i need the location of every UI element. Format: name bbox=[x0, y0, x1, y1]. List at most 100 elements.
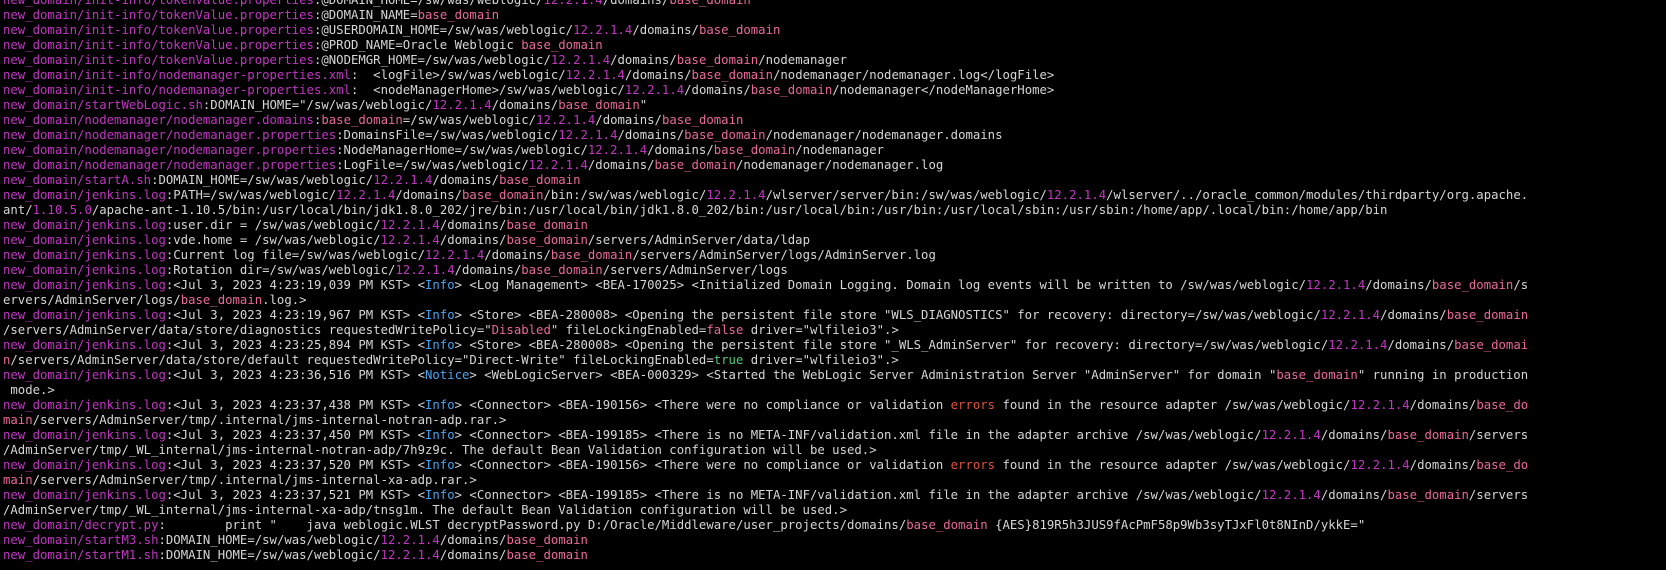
terminal-line: /servers/AdminServer/data/store/diagnost… bbox=[3, 323, 1666, 338]
domain-name: base_domain bbox=[506, 218, 588, 232]
domain-name: base_domain bbox=[676, 53, 759, 67]
domain-name: base_do bbox=[1476, 398, 1529, 412]
terminal-line: new_domain/jenkins.log:<Jul 3, 2023 4:23… bbox=[3, 398, 1666, 413]
line-text: {AES}819R5h3JUS9fAcPmF58p9Wb3syTJxFl0t8N… bbox=[987, 518, 1366, 532]
domain-name: base_domain bbox=[1431, 278, 1514, 292]
line-text: /domains/ bbox=[1365, 278, 1432, 292]
domain-name: base_domain bbox=[462, 188, 544, 202]
line-text: : <nodeManagerHome>/sw/was/weblogic/ bbox=[350, 83, 625, 97]
file-path: new_domain/startM1.sh bbox=[3, 548, 159, 562]
terminal-line: new_domain/startA.sh:DOMAIN_HOME=/sw/was… bbox=[3, 173, 1666, 188]
file-path: new_domain/init-info/tokenValue.properti… bbox=[3, 53, 314, 67]
line-text: /domains/ bbox=[454, 263, 522, 277]
line-text: /domains/ bbox=[439, 233, 507, 247]
line-text: :<Jul 3, 2023 4:23:37,521 PM KST> < bbox=[165, 488, 425, 502]
domain-name: base_domain bbox=[506, 533, 588, 547]
domain-name: main bbox=[3, 473, 33, 487]
line-text: /domains/ bbox=[439, 218, 507, 232]
version-number: 12.2.1.4 bbox=[336, 188, 396, 202]
terminal-window[interactable]: new_domain/init-info/tokenValue.properti… bbox=[0, 0, 1666, 570]
line-text: :<Jul 3, 2023 4:23:25,894 PM KST> < bbox=[165, 338, 425, 352]
terminal-line: new_domain/jenkins.log:vde.home = /sw/wa… bbox=[3, 233, 1666, 248]
terminal-line: new_domain/nodemanager/nodemanager.prope… bbox=[3, 143, 1666, 158]
line-text: > <Connector> <BEA-199185> <There is no … bbox=[454, 428, 1262, 442]
file-path: new_domain/init-info/nodemanager-propert… bbox=[3, 68, 351, 82]
domain-name: base_domain bbox=[669, 0, 751, 7]
terminal-line: new_domain/nodemanager/nodemanager.prope… bbox=[3, 128, 1666, 143]
line-text: /wlserver/server/bin:/sw/was/weblogic/ bbox=[765, 188, 1047, 202]
domain-name: base_domai bbox=[1454, 338, 1529, 352]
log-level: Info bbox=[425, 428, 455, 442]
domain-name: base_do bbox=[1476, 458, 1529, 472]
line-text: /wlserver/../oracle_common/modules/third… bbox=[1106, 188, 1529, 202]
terminal-line: new_domain/nodemanager/nodemanager.prope… bbox=[3, 158, 1666, 173]
terminal-line: new_domain/init-info/nodemanager-propert… bbox=[3, 68, 1666, 83]
domain-name: base_domain bbox=[691, 68, 773, 82]
version-number: 12.2.1.4 bbox=[1306, 278, 1366, 292]
file-path: new_domain/jenkins.log bbox=[3, 308, 166, 322]
line-text: /domains/ bbox=[632, 23, 699, 37]
domain-name: base_domain bbox=[506, 233, 588, 247]
version-number: 12.2.1.4 bbox=[425, 248, 485, 262]
false-value: false bbox=[706, 323, 744, 337]
line-text: :PATH=/sw/was/weblogic/ bbox=[165, 188, 337, 202]
version-number: 12.2.1.4 bbox=[1350, 458, 1410, 472]
terminal-line: new_domain/init-info/tokenValue.properti… bbox=[3, 0, 1666, 8]
line-text: " bbox=[639, 98, 648, 112]
terminal-line: new_domain/init-info/tokenValue.properti… bbox=[3, 53, 1666, 68]
line-text: :DOMAIN_HOME=/sw/was/weblogic/ bbox=[158, 548, 381, 562]
terminal-line: new_domain/jenkins.log:<Jul 3, 2023 4:23… bbox=[3, 338, 1666, 353]
domain-name: base_domain bbox=[180, 293, 263, 307]
line-text: /servers/AdminServer/data/ldap bbox=[587, 233, 810, 247]
line-text: :<Jul 3, 2023 4:23:19,039 PM KST> < bbox=[165, 278, 425, 292]
line-text: > <Store> <BEA-280008> <Opening the pers… bbox=[454, 338, 1329, 352]
file-path: new_domain/decrypt.py bbox=[3, 518, 159, 532]
line-text: /nodemanager/nodemanager.log bbox=[735, 158, 944, 172]
line-text: > <Connector> <BEA-199185> <There is no … bbox=[454, 488, 1262, 502]
line-text: /domains/ bbox=[1320, 488, 1388, 502]
file-path: new_domain/nodemanager/nodemanager.prope… bbox=[3, 158, 337, 172]
domain-name: base_domain bbox=[521, 38, 603, 52]
line-text: /domains/ bbox=[1409, 398, 1477, 412]
domain-name: base_domain bbox=[506, 548, 588, 562]
file-path: new_domain/init-info/tokenValue.properti… bbox=[3, 0, 314, 7]
file-path: new_domain/init-info/tokenValue.properti… bbox=[3, 38, 314, 52]
line-text: > <Connector> <BEA-190156> <There were n… bbox=[454, 398, 951, 412]
version-number: 1.10.5.0 bbox=[32, 203, 92, 217]
line-text: > <Connector> <BEA-190156> <There were n… bbox=[454, 458, 951, 472]
file-path: new_domain/jenkins.log bbox=[3, 458, 166, 472]
version-number: 12.2.1.4 bbox=[543, 0, 603, 7]
file-path: new_domain/startM3.sh bbox=[3, 533, 159, 547]
version-number: 12.2.1.4 bbox=[565, 68, 625, 82]
version-number: 12.2.1.4 bbox=[380, 233, 440, 247]
terminal-line: new_domain/init-info/tokenValue.properti… bbox=[3, 8, 1666, 23]
line-text: /apache-ant-1.10.5/bin:/usr/local/bin/jd… bbox=[91, 203, 1388, 217]
log-level: Info bbox=[425, 308, 455, 322]
line-text: /servers/AdminServer/logs bbox=[602, 263, 788, 277]
domain-name: base_domain bbox=[321, 113, 403, 127]
terminal-line: new_domain/jenkins.log:Rotation dir=/sw/… bbox=[3, 263, 1666, 278]
line-text: /nodemanager/nodemanager.domains bbox=[765, 128, 1003, 142]
version-number: 12.2.1.4 bbox=[373, 173, 433, 187]
line-text: /domains/ bbox=[439, 533, 507, 547]
line-text: /domains/ bbox=[395, 188, 463, 202]
line-text: /servers bbox=[1468, 428, 1529, 442]
domain-name: base_domain bbox=[713, 143, 796, 157]
line-text: :DOMAIN_HOME=/sw/was/weblogic/ bbox=[151, 173, 374, 187]
terminal-line: new_domain/init-info/tokenValue.properti… bbox=[3, 38, 1666, 53]
terminal-line: n/servers/AdminServer/data/store/default… bbox=[3, 353, 1666, 368]
file-path: new_domain/nodemanager/nodemanager.prope… bbox=[3, 143, 337, 157]
log-level: Info bbox=[425, 278, 455, 292]
line-text: > <Store> <BEA-280008> <Opening the pers… bbox=[454, 308, 1321, 322]
file-path: new_domain/jenkins.log bbox=[3, 338, 166, 352]
line-text: mode.> bbox=[3, 383, 55, 397]
version-number: 12.2.1.4 bbox=[432, 98, 492, 112]
domain-name: base_domain bbox=[1387, 488, 1469, 502]
line-text: /nodemanager bbox=[795, 143, 885, 157]
domain-name: base_domain bbox=[906, 518, 988, 532]
file-path: new_domain/nodemanager/nodemanager.prope… bbox=[3, 128, 337, 142]
line-text: found in the resource adapter /sw/was/we… bbox=[995, 458, 1351, 472]
line-text: /domains/ bbox=[439, 548, 507, 562]
terminal-line: new_domain/jenkins.log:<Jul 3, 2023 4:23… bbox=[3, 368, 1666, 383]
line-text: /AdminServer/tmp/_WL_internal/jms-intern… bbox=[3, 443, 877, 457]
